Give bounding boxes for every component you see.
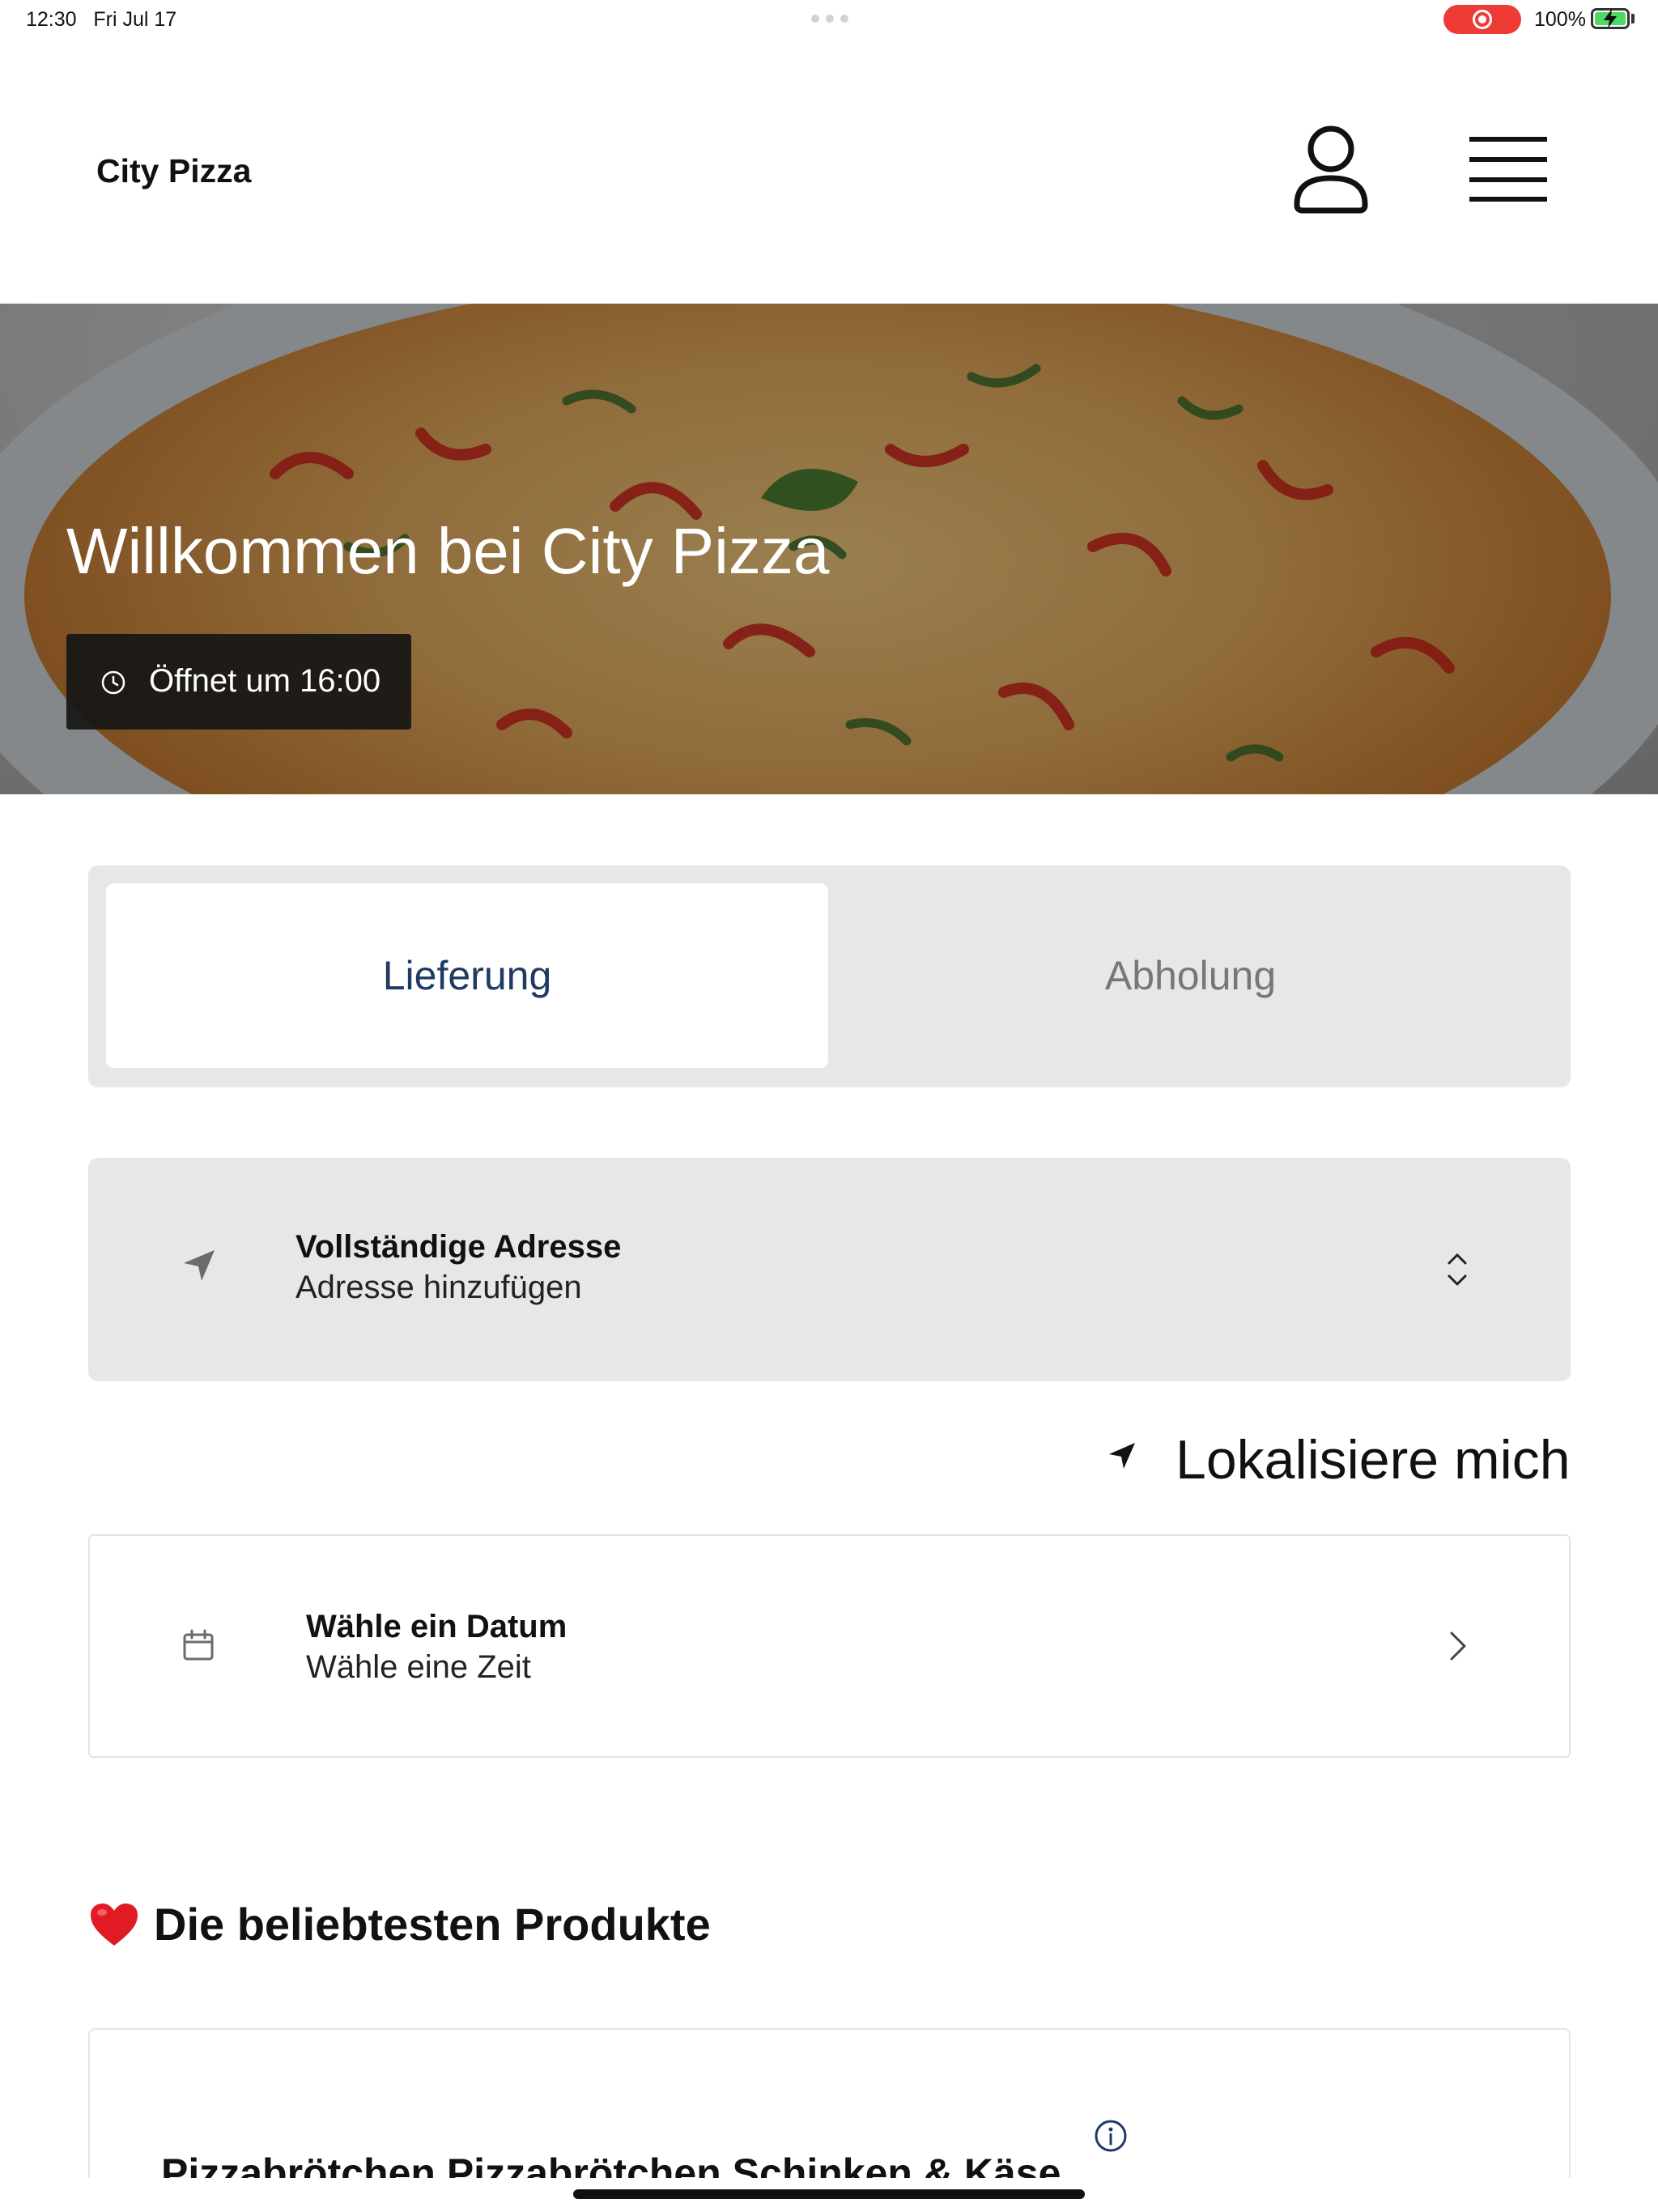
hero-title: Willkommen bei City Pizza [66,515,830,587]
chevron-up-down-icon [1448,1253,1467,1286]
calendar-icon [183,1629,214,1661]
multitasking-dots[interactable] [811,15,848,23]
date-time-selector[interactable]: Wähle ein Datum Wähle eine Zeit [88,1534,1571,1758]
clock-icon [101,670,125,695]
brand-name[interactable]: City Pizza [96,152,251,190]
battery-percent: 100% [1534,8,1586,31]
status-bar: 12:30 Fri Jul 17 100% [0,0,1658,40]
locate-me-button[interactable]: Lokalisiere mich [1107,1425,1571,1491]
app-header: City Pizza [0,40,1658,304]
tab-delivery[interactable]: Lieferung [106,883,828,1068]
address-selector[interactable]: Vollständige Adresse Adresse hinzufügen [88,1158,1571,1381]
record-icon [1473,10,1492,29]
date-label: Wähle ein Datum [306,1609,568,1644]
user-icon[interactable] [1294,125,1368,215]
address-label: Vollständige Adresse [295,1229,622,1265]
locate-me-label: Lokalisiere mich [1175,1429,1571,1491]
status-date: Fri Jul 17 [93,8,177,31]
navigation-arrow-icon [184,1250,215,1281]
time-label: Wähle eine Zeit [306,1649,531,1685]
address-placeholder: Adresse hinzufügen [295,1270,582,1305]
status-time: 12:30 [26,8,77,31]
popular-products-heading: Die beliebtesten Produkte [89,1898,711,1950]
home-indicator[interactable] [573,2189,1085,2199]
popular-products-title: Die beliebtesten Produkte [154,1899,711,1950]
charging-bolt-icon [1604,9,1617,28]
status-time-date: 12:30 Fri Jul 17 [26,8,176,32]
opening-hours-text: Öffnet um 16:00 [149,663,381,699]
chevron-right-icon [1450,1631,1466,1661]
opening-hours-badge: Öffnet um 16:00 [66,634,411,730]
order-mode-toggle: Lieferung Abholung [88,866,1571,1087]
location-arrow-icon [1109,1443,1135,1469]
menu-icon[interactable] [1468,135,1549,203]
heart-icon [91,1903,138,1946]
info-icon[interactable] [1094,2119,1128,2153]
screen-recording-indicator[interactable] [1443,5,1521,34]
tab-pickup[interactable]: Abholung [828,883,1553,1068]
hero-banner: Willkommen bei City Pizza Öffnet um 16:0… [0,304,1658,794]
